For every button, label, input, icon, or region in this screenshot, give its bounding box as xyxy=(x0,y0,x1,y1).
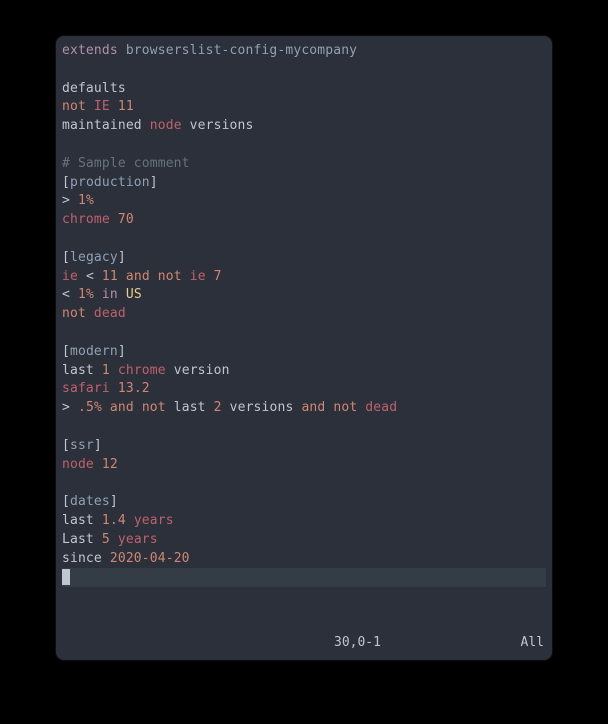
comment: # Sample comment xyxy=(62,156,190,171)
section-header: [modern] xyxy=(62,344,126,359)
line: > .5% and not last 2 versions and not de… xyxy=(62,400,397,415)
status-scroll: All xyxy=(494,634,546,653)
line: since 2020-04-20 xyxy=(62,551,190,566)
line: last 1.4 years xyxy=(62,513,174,528)
cursor-icon xyxy=(62,569,70,585)
status-bar: 30,0-1 All xyxy=(62,634,546,652)
kw-extends: extends xyxy=(62,43,118,58)
section-header: [legacy] xyxy=(62,250,126,265)
section-header: [production] xyxy=(62,175,158,190)
status-position: 30,0-1 xyxy=(334,634,494,653)
blank xyxy=(62,231,70,246)
blank xyxy=(62,419,70,434)
line: < 1% in US xyxy=(62,287,142,302)
line: last 1 chrome version xyxy=(62,363,230,378)
kw-defaults: defaults xyxy=(62,81,126,96)
line: # Sample comment xyxy=(62,156,190,171)
blank xyxy=(62,137,70,152)
line: not IE 11 xyxy=(62,99,134,114)
line: node 12 xyxy=(62,457,118,472)
line: safari 13.2 xyxy=(62,381,150,396)
line: defaults xyxy=(62,81,126,96)
extends-target: browserslist-config-mycompany xyxy=(126,43,357,58)
blank xyxy=(62,325,70,340)
section-header: [ssr] xyxy=(62,438,102,453)
editor-window: extends browserslist-config-mycompany de… xyxy=(56,36,552,660)
line: not dead xyxy=(62,306,126,321)
section-header: [dates] xyxy=(62,494,118,509)
line: chrome 70 xyxy=(62,212,134,227)
code-area[interactable]: extends browserslist-config-mycompany de… xyxy=(62,42,546,587)
line: maintained node versions xyxy=(62,118,254,133)
line: > 1% xyxy=(62,193,94,208)
line: ie < 11 and not ie 7 xyxy=(62,269,222,284)
cursor-line xyxy=(62,568,546,587)
blank xyxy=(62,62,70,77)
line: extends browserslist-config-mycompany xyxy=(62,43,357,58)
line: Last 5 years xyxy=(62,532,158,547)
blank xyxy=(62,475,70,490)
